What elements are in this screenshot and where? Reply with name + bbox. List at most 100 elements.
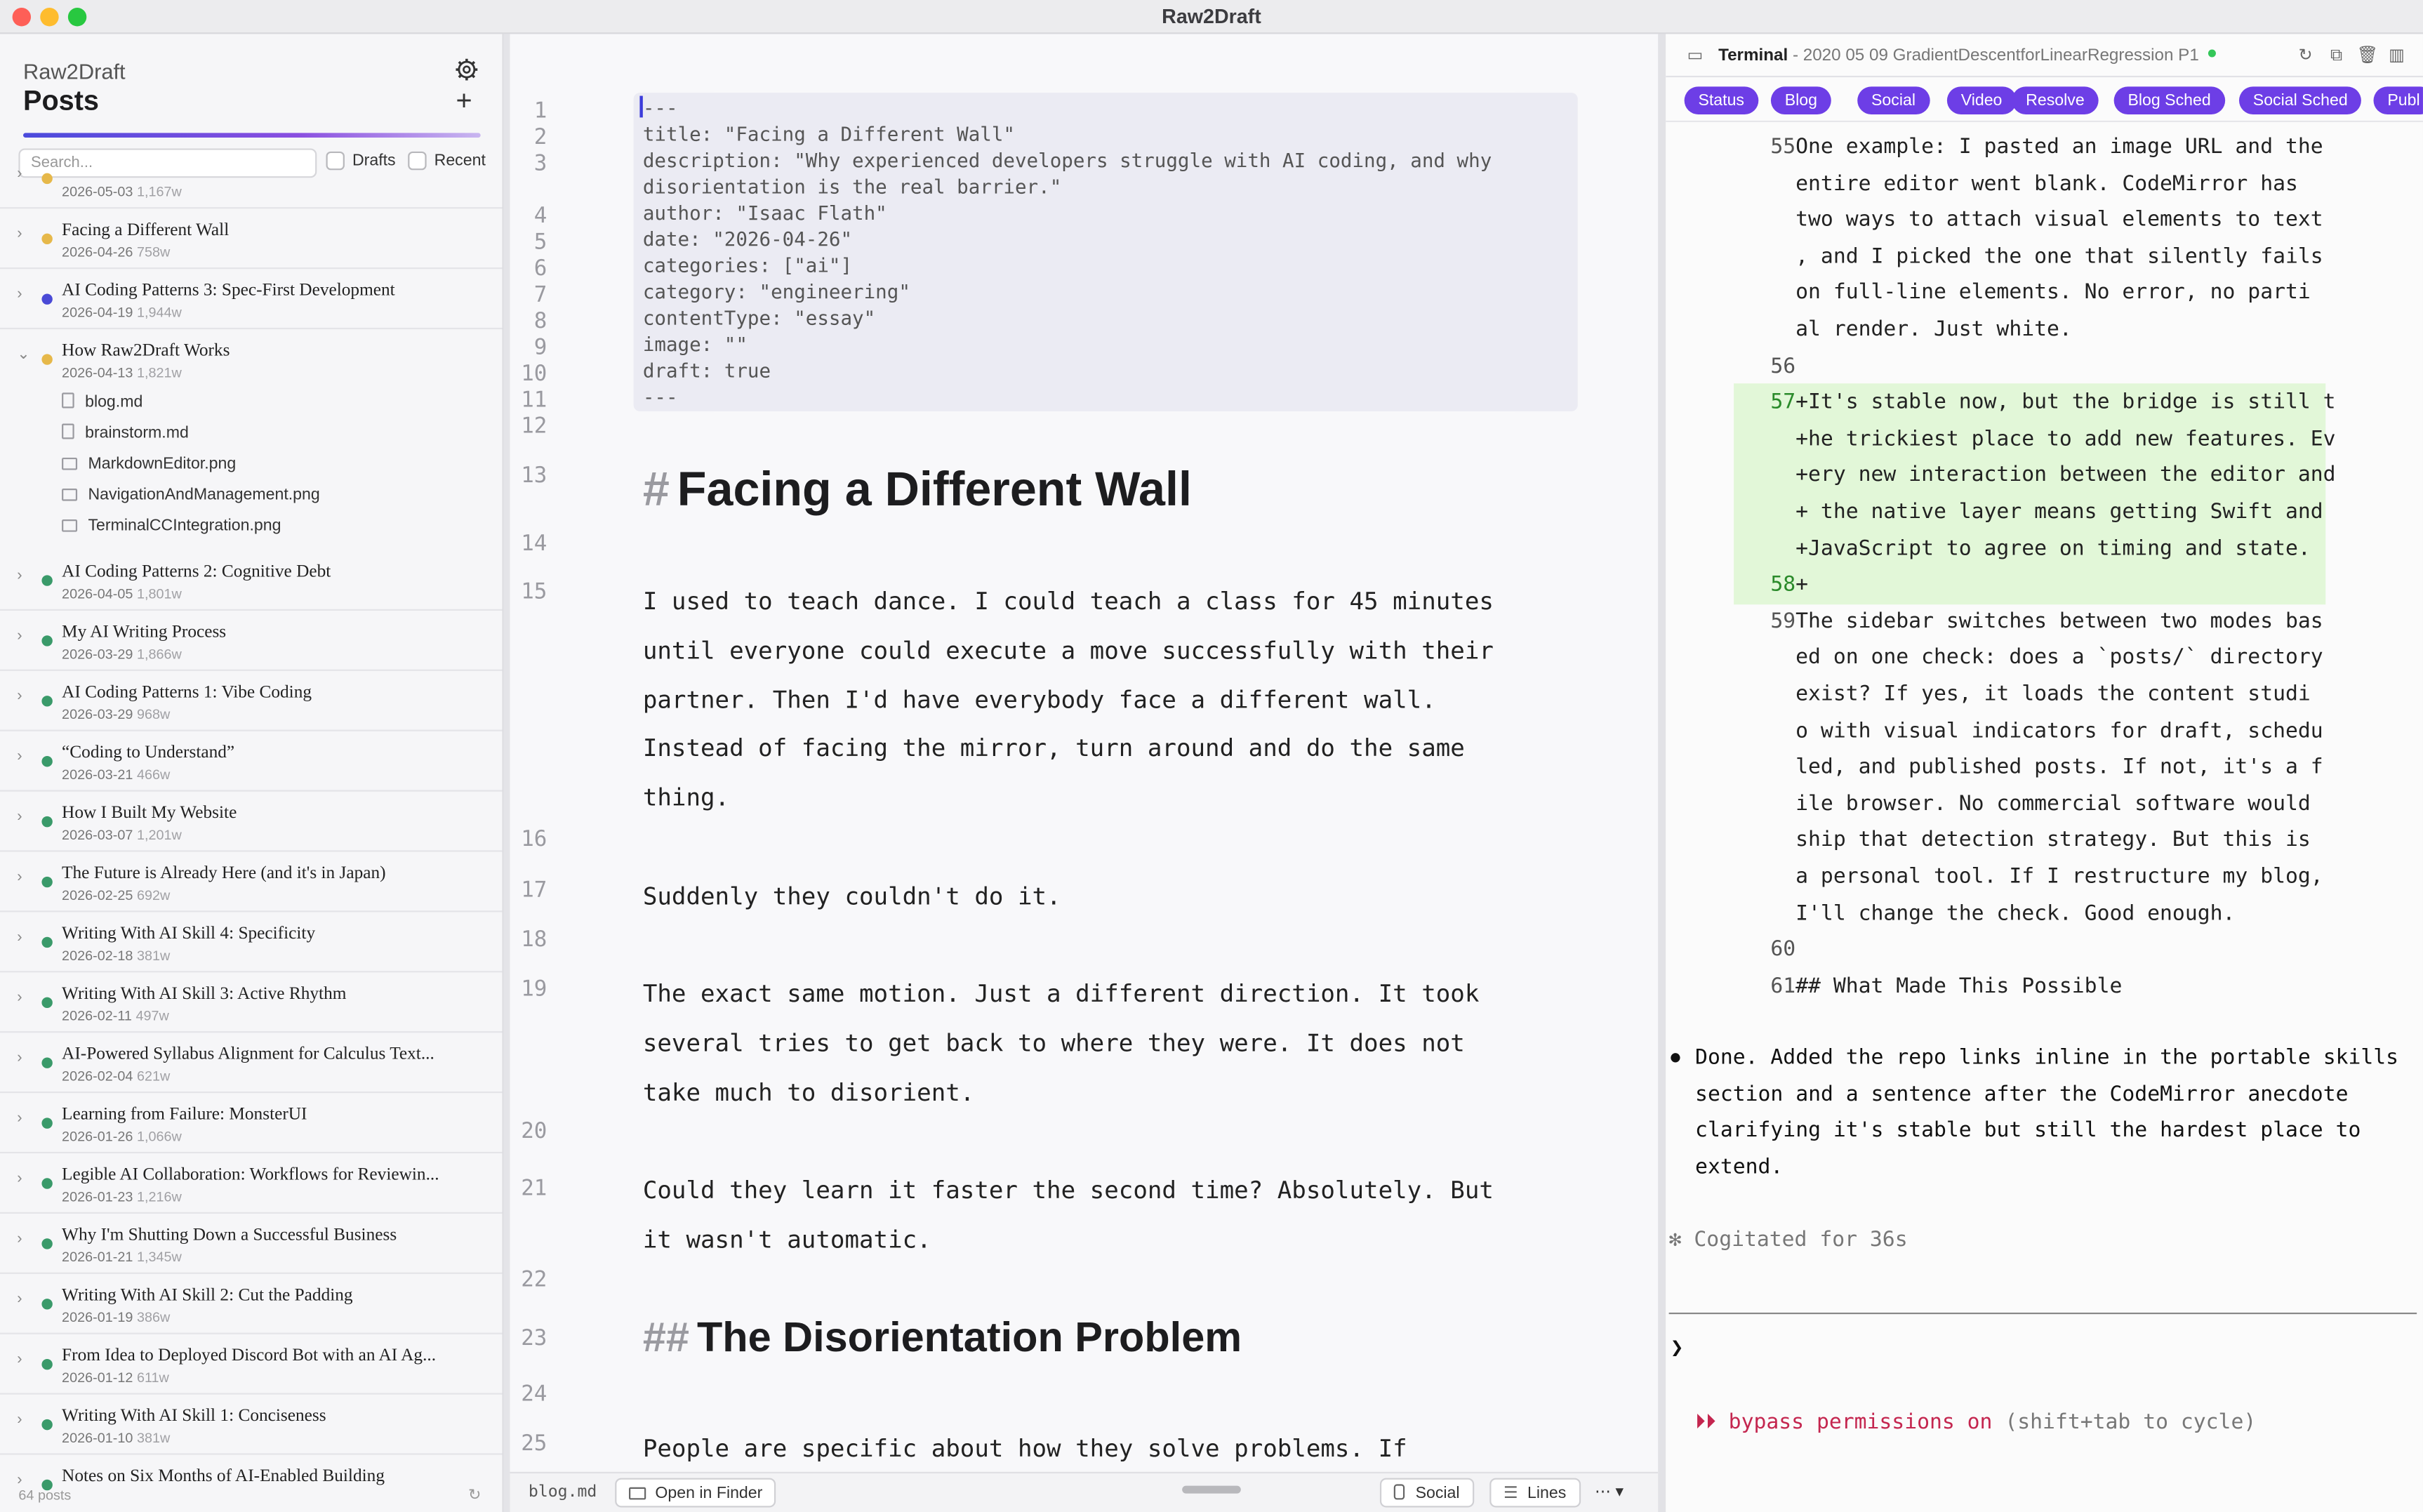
chevron-right-icon[interactable]: › [17,1472,22,1489]
terminal-icon: ▭ [1687,46,1704,65]
chevron-right-icon[interactable]: › [17,1231,22,1247]
prompt-separator [1668,1312,2417,1315]
sidebar-divider[interactable] [503,34,510,1512]
post-title: Writing With AI Skill 4: Specificity [62,924,316,943]
response-bullet: ● [1668,1043,1682,1068]
post-row[interactable]: › My AI Writing Process 2026-03-29 1,866w [0,611,503,671]
post-row[interactable]: › Writing With AI Skill 3: Active Rhythm 2… [0,972,503,1033]
sidebar-brand: Raw2Draft [23,58,126,84]
pill-status-button[interactable]: Status [1684,86,1758,114]
markdown-editor[interactable]: 1 2 3 4 5 6 7 8 9 10 11 12 13 14 15 16 17 18 19 20 21 22 23 24 2… [510,34,1659,1512]
post-row[interactable]: › AI Coding Patterns 1: Vibe Coding 2026-0… [0,671,503,731]
diff-line-number: 61 [1770,974,1796,999]
open-in-finder-button[interactable]: Open in Finder [615,1478,777,1508]
post-row[interactable]: › Writing With AI Skill 4: Specificity 202… [0,912,503,973]
post-row[interactable]: › 2026-05-03 1,167w [0,148,503,209]
post-row[interactable]: › AI Coding Patterns 3: Spec-First Develo… [0,269,503,330]
chevron-right-icon[interactable]: › [17,1291,22,1308]
sidebar: Raw2Draft Posts + Search... Drafts Recen… [0,34,504,1512]
post-row[interactable]: ⌄ How Raw2Draft Works 2026-04-13 1,821w [0,329,502,390]
refresh-icon[interactable]: ↻ [468,1487,481,1504]
file-item[interactable]: MarkdownEditor.png [62,455,236,486]
chevron-right-icon[interactable]: › [17,990,22,1007]
pill-blog-button[interactable]: Blog [1770,86,1831,114]
post-row[interactable]: › Facing a Different Wall 2026-04-26 758w [0,208,503,270]
chevron-right-icon[interactable]: › [17,1412,22,1428]
add-post-button[interactable]: + [456,85,472,117]
trash-icon[interactable]: 🗑 [2356,46,2378,65]
status-dot [41,1419,53,1431]
chevron-right-icon[interactable]: › [17,286,22,303]
status-dot [41,293,53,305]
post-date: 2026-05-03 [62,184,133,200]
chevron-right-icon[interactable]: › [17,1170,22,1187]
post-word-count: 1,066w [136,1128,182,1144]
post-row[interactable]: › Why I'm Shutting Down a Successful Busi… [0,1214,503,1274]
post-date: 2026-02-25 [62,887,133,903]
chevron-right-icon[interactable]: › [17,1110,22,1127]
post-row[interactable]: › AI-Powered Syllabus Alignment for Calcu… [0,1033,503,1094]
paragraph-line: Could they learn it faster the second ti… [642,1176,1494,1205]
post-title: Notes on Six Months of AI-Enabled Buildi… [62,1467,385,1486]
file-item[interactable]: NavigationAndManagement.png [62,486,320,517]
chevron-right-icon[interactable]: › [17,809,22,825]
lines-button[interactable]: ☰ Lines [1489,1478,1581,1508]
post-row[interactable]: › “Coding to Understand” 2026-03-21 466w [0,731,503,792]
terminal-divider[interactable] [1658,34,1666,1512]
chevron-right-icon[interactable]: › [17,628,22,644]
file-item[interactable]: blog.md [62,392,142,423]
pill-blog-sched-button[interactable]: Blog Sched [2113,86,2225,114]
post-row[interactable]: › Legible AI Collaboration: Workflows for… [0,1153,503,1214]
post-row[interactable]: › How I Built My Website 2026-03-07 1,201w [0,792,503,852]
post-date: 2026-01-10 [62,1430,133,1446]
post-title: AI Coding Patterns 2: Cognitive Debt [62,562,331,582]
chevron-right-icon[interactable]: › [17,166,22,183]
chevron-right-icon[interactable]: › [17,748,22,765]
chevron-right-icon[interactable]: › [17,929,22,946]
frontmatter-line: category: "engineering" [642,279,910,303]
line-number: 8 [533,309,547,334]
social-button[interactable]: Social [1379,1478,1474,1508]
post-row[interactable]: › Notes on Six Months of AI-Enabled Build… [0,1455,502,1512]
chevron-right-icon[interactable]: › [17,1049,22,1066]
pill-resolve-button[interactable]: Resolve [2012,86,2099,114]
post-row[interactable]: › Learning from Failure: MonsterUI 2026-01… [0,1093,503,1154]
copy-icon[interactable]: ⧉ [2327,46,2345,65]
gear-icon[interactable] [454,57,479,81]
accent-bar [23,133,481,138]
file-item[interactable]: TerminalCCIntegration.png [62,517,281,548]
pill-publ-button[interactable]: Publ [2373,86,2423,114]
pill-social-button[interactable]: Social [1857,86,1930,114]
chevron-right-icon[interactable]: › [17,688,22,705]
prompt-input[interactable]: ❯ [1671,1336,1684,1360]
resize-grip[interactable] [1182,1485,1241,1494]
file-name: brainstorm.md [85,423,189,442]
phone-icon [1393,1484,1405,1500]
diff-context-line: The sidebar switches between two modes b… [1795,609,2323,634]
more-options-button[interactable]: ⋯ ▾ [1588,1478,1636,1508]
post-row[interactable]: › Writing With AI Skill 1: Conciseness 202… [0,1395,503,1455]
refresh-icon[interactable]: ↻ [2296,46,2314,65]
diff-context-line: ed on one check: does a `posts/` directo… [1795,645,2323,670]
chevron-right-icon[interactable]: › [17,226,22,243]
current-file-name: blog.md [528,1483,597,1501]
post-title: AI-Powered Syllabus Alignment for Calcul… [62,1045,434,1064]
post-date: 2026-01-23 [62,1188,133,1205]
sidebar-toggle-icon[interactable]: ▥ [2387,46,2405,65]
pill-social-sched-button[interactable]: Social Sched [2238,86,2362,114]
post-row[interactable]: › From Idea to Deployed Discord Bot with … [0,1334,503,1395]
chevron-down-icon[interactable]: ⌄ [17,346,29,363]
post-row[interactable]: › AI Coding Patterns 2: Cognitive Debt 202… [0,550,503,611]
chevron-right-icon[interactable]: › [17,869,22,886]
post-row[interactable]: › The Future is Already Here (and it's in… [0,852,503,913]
response-line: extend. [1695,1155,1784,1180]
chevron-right-icon[interactable]: › [17,1351,22,1368]
post-date: 2026-01-26 [62,1128,133,1144]
file-item[interactable]: brainstorm.md [62,423,189,454]
line-number: 20 [521,1119,547,1144]
pill-video-button[interactable]: Video [1946,86,2017,114]
post-count: 64 posts [18,1487,72,1503]
post-title: The Future is Already Here (and it's in … [62,864,386,883]
post-row[interactable]: › Writing With AI Skill 2: Cut the Paddin… [0,1274,503,1334]
chevron-right-icon[interactable]: › [17,567,22,584]
